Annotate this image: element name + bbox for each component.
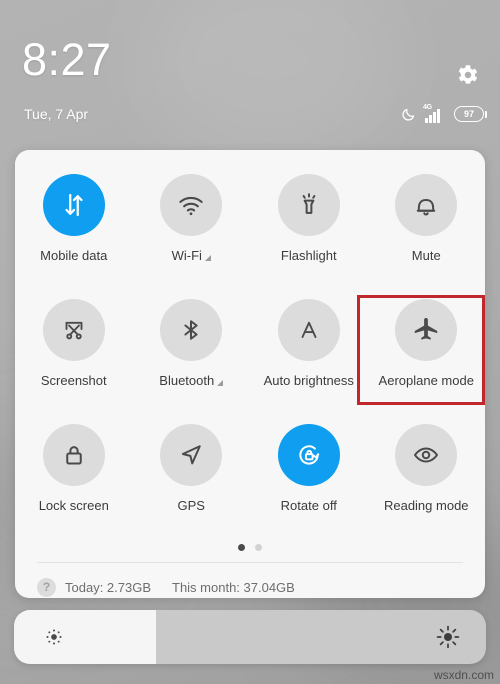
brightness-slider-fill [14,610,156,664]
page-dot-active[interactable] [238,544,245,551]
quick-settings-row: Lock screen GPS Rotate off Reading mode [15,414,485,539]
tile-label: Lock screen [38,498,109,513]
tile-flashlight[interactable]: Flashlight [250,164,368,289]
tile-label: Flashlight [280,248,337,263]
quick-settings-row: Mobile data Wi-Fi Flashlight Mute [15,164,485,289]
system-icons: 4G 97 [401,104,487,124]
data-usage-bar[interactable]: ? Today: 2.73GB This month: 37.04GB [37,574,295,600]
tile-label: GPS [177,498,205,513]
gear-icon[interactable] [454,62,480,88]
signal-bar-group [425,108,440,123]
usage-this-month: This month: 37.04GB [172,579,295,595]
screenshot-scissors-icon[interactable] [42,299,105,361]
tile-screenshot[interactable]: Screenshot [15,289,133,414]
tile-mobile-data[interactable]: Mobile data [15,164,133,289]
page-dot[interactable] [255,544,262,551]
brightness-slider[interactable] [14,610,486,664]
tile-auto-brightness[interactable]: Auto brightness [250,289,368,414]
watermark: wsxdn.com [433,668,494,682]
wifi-icon[interactable] [160,174,223,236]
signal-bars-icon: 4G [423,104,447,123]
tile-label: Reading mode [383,498,469,513]
status-bar: 8:27 Tue, 7 Apr 4G 97 [0,0,500,150]
page-indicator[interactable] [15,544,485,551]
bell-icon[interactable] [395,174,458,236]
moon-icon [402,108,415,121]
quick-settings-grid: Mobile data Wi-Fi Flashlight Mute Screen… [15,164,485,539]
bluetooth-icon[interactable] [160,299,223,361]
tile-mute[interactable]: Mute [368,164,486,289]
tile-wifi[interactable]: Wi-Fi [133,164,251,289]
battery-level-label: 97 [463,108,474,119]
help-icon[interactable]: ? [37,577,56,597]
flashlight-icon[interactable] [277,174,340,236]
tile-label: Screenshot [40,373,107,388]
tile-label: Rotate off [280,498,337,513]
rotation-lock-icon[interactable] [277,424,340,486]
large-sun-icon [436,625,460,649]
tile-label: Wi-Fi [172,248,211,263]
tile-bluetooth[interactable]: Bluetooth [133,289,251,414]
tile-label: Mute [411,248,441,263]
tile-gps[interactable]: GPS [133,414,251,539]
tile-label: Aeroplane mode [378,373,474,388]
padlock-icon[interactable] [42,424,105,486]
chevron-expand-icon[interactable] [204,254,211,261]
tile-label: Bluetooth [159,373,224,388]
clock-time: 8:27 [22,34,112,85]
navigation-arrow-icon[interactable] [160,424,223,486]
quick-settings-panel: Mobile data Wi-Fi Flashlight Mute Screen… [15,150,485,598]
eye-icon[interactable] [395,424,458,486]
clock-date: Tue, 7 Apr [24,106,89,122]
tile-reading-mode[interactable]: Reading mode [368,414,486,539]
mobile-data-icon[interactable] [42,174,105,236]
divider [37,562,463,563]
small-sun-icon [46,629,62,645]
usage-today: Today: 2.73GB [65,579,151,595]
tile-lock-screen[interactable]: Lock screen [15,414,133,539]
auto-brightness-a-icon[interactable] [277,299,340,361]
chevron-expand-icon[interactable] [217,379,224,386]
tile-label: Auto brightness [263,373,354,388]
quick-settings-row: Screenshot Bluetooth Auto brightness Aer… [15,289,485,414]
airplane-icon[interactable] [395,299,458,361]
tile-aeroplane-mode[interactable]: Aeroplane mode [368,289,486,414]
tile-label: Mobile data [40,248,108,263]
battery-indicator: 97 [454,106,487,122]
tile-rotate-off[interactable]: Rotate off [250,414,368,539]
